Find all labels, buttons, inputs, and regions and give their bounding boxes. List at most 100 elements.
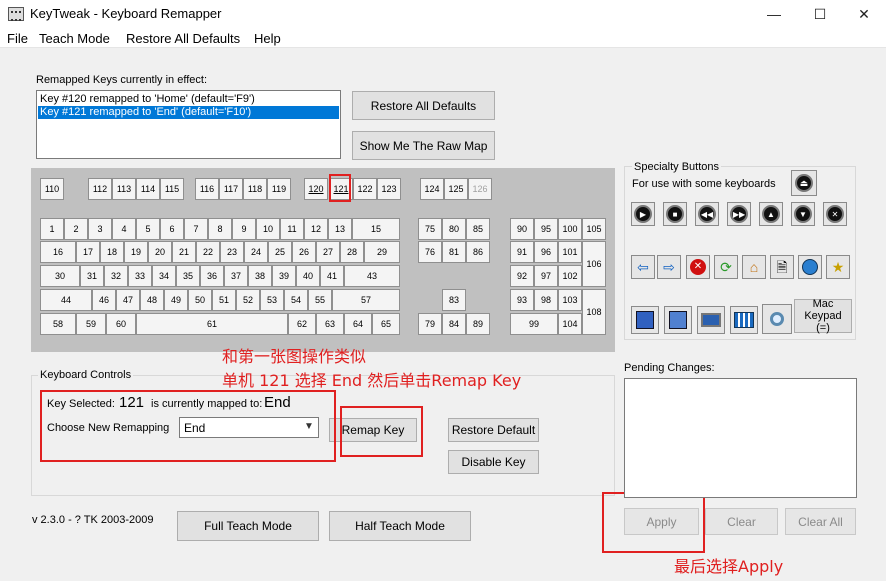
document-icon[interactable]: 🗎	[770, 255, 794, 279]
key-122[interactable]: 122	[353, 178, 377, 200]
key-99[interactable]: 99	[510, 313, 558, 335]
key-16[interactable]: 16	[40, 241, 76, 263]
key-38[interactable]: 38	[248, 265, 272, 287]
key-50[interactable]: 50	[188, 289, 212, 311]
key-54[interactable]: 54	[284, 289, 308, 311]
key-115[interactable]: 115	[160, 178, 184, 200]
key-7[interactable]: 7	[184, 218, 208, 240]
key-126[interactable]: 126	[468, 178, 492, 200]
key-21[interactable]: 21	[172, 241, 196, 263]
key-26[interactable]: 26	[292, 241, 316, 263]
key-104[interactable]: 104	[558, 313, 582, 335]
forward-arrow-icon[interactable]: ⇨	[657, 255, 681, 279]
key-12[interactable]: 12	[304, 218, 328, 240]
volume-up-icon[interactable]: ▲	[759, 202, 783, 226]
remapped-keys-list[interactable]: Key #120 remapped to 'Home' (default='F9…	[36, 90, 341, 159]
key-59[interactable]: 59	[76, 313, 106, 335]
key-40[interactable]: 40	[296, 265, 320, 287]
key-102[interactable]: 102	[558, 265, 582, 287]
close-button[interactable]: ✕	[842, 0, 886, 28]
key-91[interactable]: 91	[510, 241, 534, 263]
key-110[interactable]: 110	[40, 178, 64, 200]
search-icon[interactable]	[762, 304, 792, 334]
restore-all-defaults-button[interactable]: Restore All Defaults	[352, 91, 495, 120]
key-79[interactable]: 79	[418, 313, 442, 335]
key-105[interactable]: 105	[582, 218, 606, 240]
key-103[interactable]: 103	[558, 289, 582, 311]
key-113[interactable]: 113	[112, 178, 136, 200]
key-62[interactable]: 62	[288, 313, 316, 335]
key-3[interactable]: 3	[88, 218, 112, 240]
key-29[interactable]: 29	[364, 241, 400, 263]
key-119[interactable]: 119	[267, 178, 291, 200]
restore-default-button[interactable]: Restore Default	[448, 418, 539, 442]
show-raw-map-button[interactable]: Show Me The Raw Map	[352, 131, 495, 160]
key-48[interactable]: 48	[140, 289, 164, 311]
key-92[interactable]: 92	[510, 265, 534, 287]
key-63[interactable]: 63	[316, 313, 344, 335]
key-22[interactable]: 22	[196, 241, 220, 263]
key-36[interactable]: 36	[200, 265, 224, 287]
maximize-button[interactable]: ☐	[798, 0, 842, 28]
key-18[interactable]: 18	[100, 241, 124, 263]
key-97[interactable]: 97	[534, 265, 558, 287]
key-44[interactable]: 44	[40, 289, 92, 311]
key-17[interactable]: 17	[76, 241, 100, 263]
key-98[interactable]: 98	[534, 289, 558, 311]
key-47[interactable]: 47	[116, 289, 140, 311]
key-33[interactable]: 33	[128, 265, 152, 287]
refresh-icon[interactable]: ⟳	[714, 255, 738, 279]
key-75[interactable]: 75	[418, 218, 442, 240]
disable-key-button[interactable]: Disable Key	[448, 450, 539, 474]
key-125[interactable]: 125	[444, 178, 468, 200]
mail-icon[interactable]	[631, 306, 659, 334]
key-80[interactable]: 80	[442, 218, 466, 240]
key-15[interactable]: 15	[352, 218, 400, 240]
key-43[interactable]: 43	[344, 265, 400, 287]
key-93[interactable]: 93	[510, 289, 534, 311]
minimize-button[interactable]: —	[752, 0, 796, 28]
media-icon[interactable]	[664, 306, 692, 334]
key-10[interactable]: 10	[256, 218, 280, 240]
key-84[interactable]: 84	[442, 313, 466, 335]
key-124[interactable]: 124	[420, 178, 444, 200]
key-23[interactable]: 23	[220, 241, 244, 263]
key-76[interactable]: 76	[418, 241, 442, 263]
list-item-selected[interactable]: Key #121 remapped to 'End' (default='F10…	[38, 106, 339, 119]
menu-teach-mode[interactable]: Teach Mode	[39, 31, 110, 46]
key-100[interactable]: 100	[558, 218, 582, 240]
key-25[interactable]: 25	[268, 241, 292, 263]
key-53[interactable]: 53	[260, 289, 284, 311]
key-34[interactable]: 34	[152, 265, 176, 287]
menu-file[interactable]: File	[7, 31, 28, 46]
key-8[interactable]: 8	[208, 218, 232, 240]
key-96[interactable]: 96	[534, 241, 558, 263]
calculator-icon[interactable]	[730, 306, 758, 334]
key-90[interactable]: 90	[510, 218, 534, 240]
key-85[interactable]: 85	[466, 218, 490, 240]
key-32[interactable]: 32	[104, 265, 128, 287]
key-11[interactable]: 11	[280, 218, 304, 240]
mute-icon[interactable]: ✕	[823, 202, 847, 226]
key-61[interactable]: 61	[136, 313, 288, 335]
key-51[interactable]: 51	[212, 289, 236, 311]
key-120[interactable]: 120	[304, 178, 328, 200]
rewind-icon[interactable]: ◀◀	[695, 202, 719, 226]
my-computer-icon[interactable]	[697, 306, 725, 334]
key-2[interactable]: 2	[64, 218, 88, 240]
key-6[interactable]: 6	[160, 218, 184, 240]
key-39[interactable]: 39	[272, 265, 296, 287]
key-114[interactable]: 114	[136, 178, 160, 200]
key-117[interactable]: 117	[219, 178, 243, 200]
key-116[interactable]: 116	[195, 178, 219, 200]
key-83[interactable]: 83	[442, 289, 466, 311]
key-27[interactable]: 27	[316, 241, 340, 263]
list-item[interactable]: Key #120 remapped to 'Home' (default='F9…	[38, 93, 339, 106]
key-86[interactable]: 86	[466, 241, 490, 263]
apply-button[interactable]: Apply	[624, 508, 699, 535]
menu-restore-all-defaults[interactable]: Restore All Defaults	[126, 31, 240, 46]
key-112[interactable]: 112	[88, 178, 112, 200]
volume-down-icon[interactable]: ▼	[791, 202, 815, 226]
key-52[interactable]: 52	[236, 289, 260, 311]
key-108[interactable]: 108	[582, 289, 606, 335]
